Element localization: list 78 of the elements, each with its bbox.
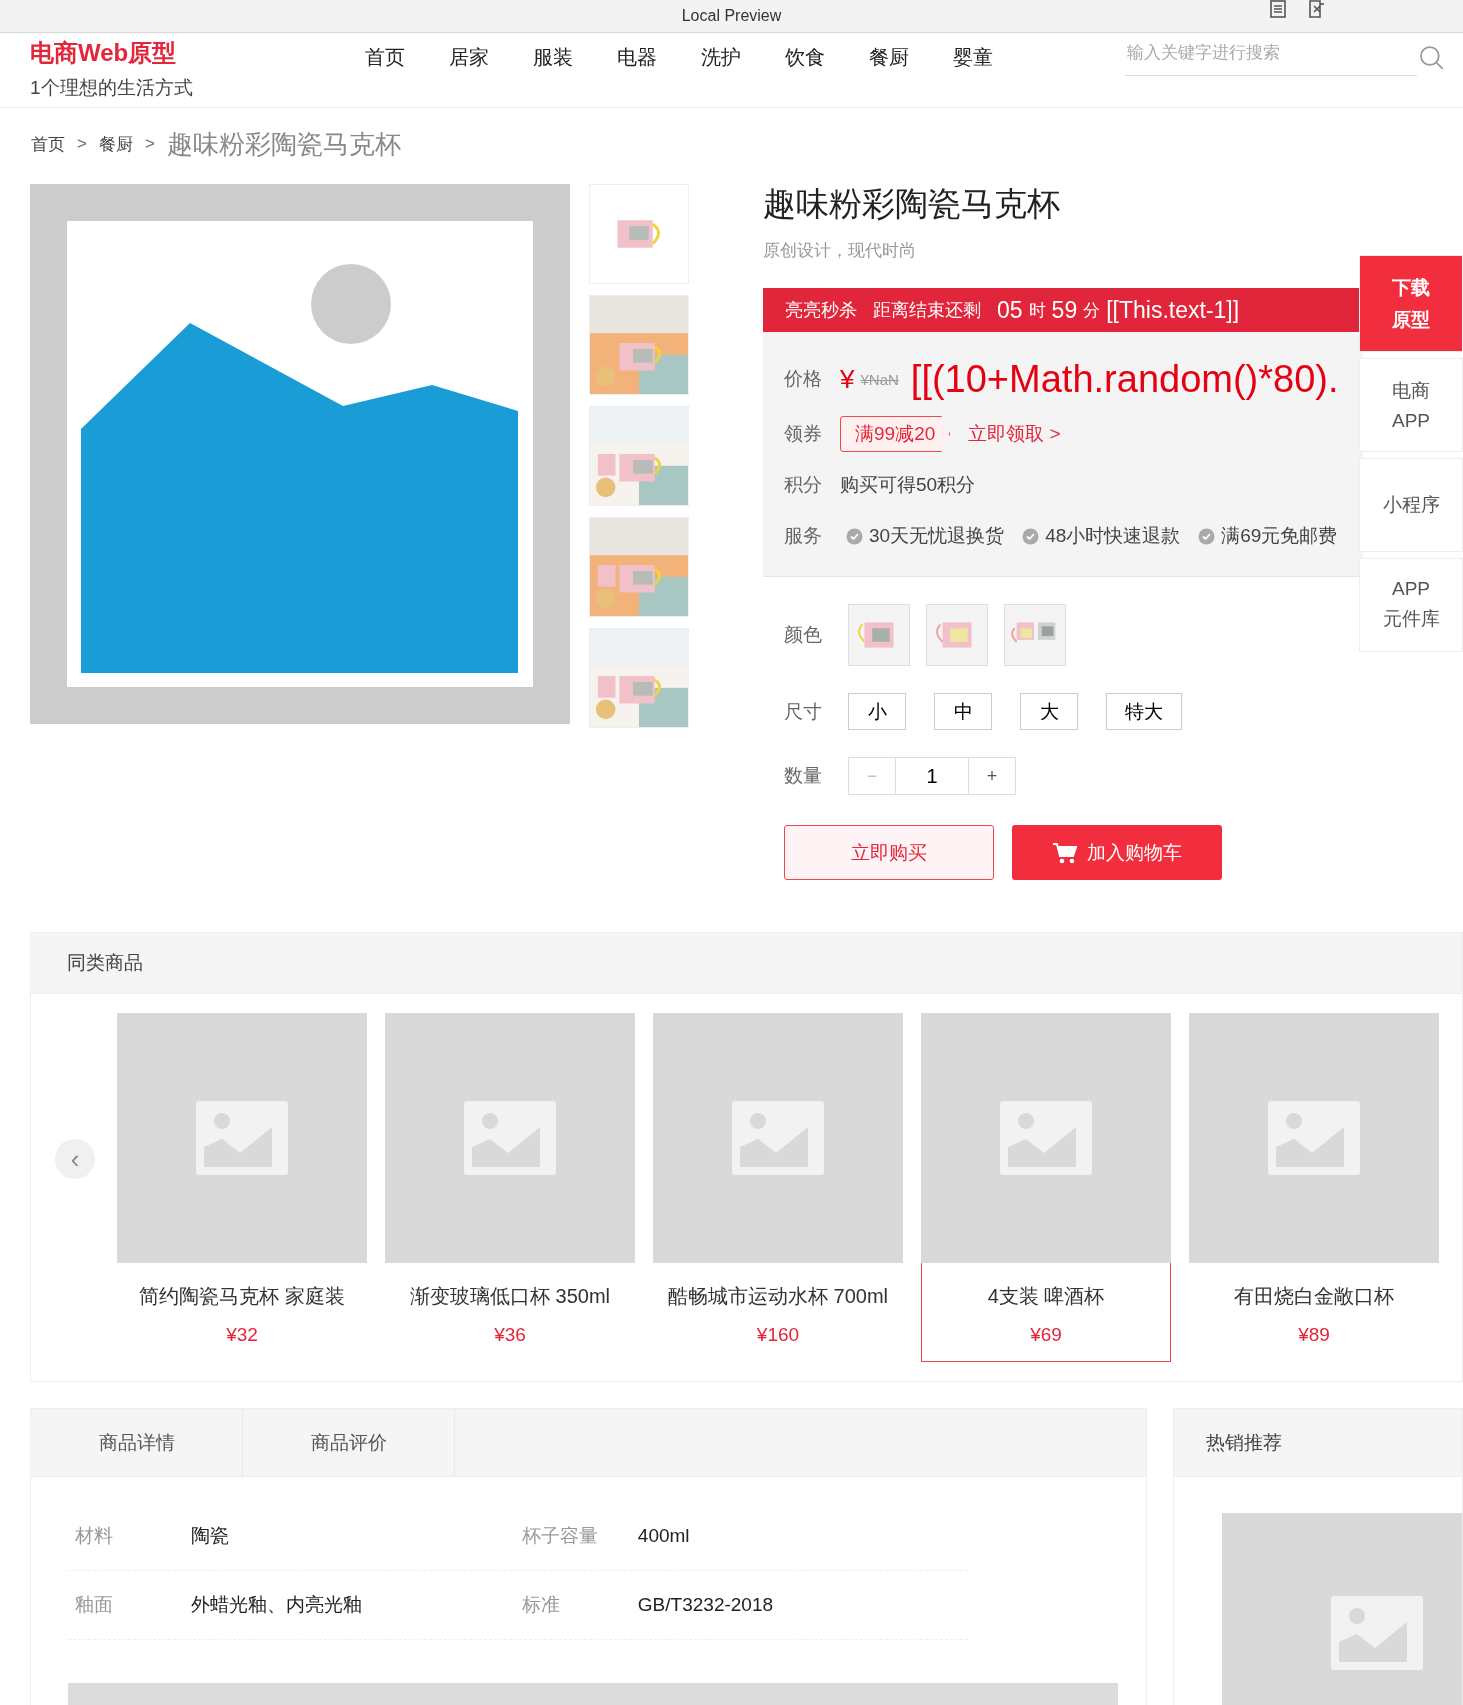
nav-link[interactable]: 电器	[617, 39, 657, 75]
breadcrumb-current: 趣味粉彩陶瓷马克杯	[166, 127, 401, 161]
side-float-button[interactable]: 下载 原型	[1359, 255, 1463, 352]
breadcrumb-link[interactable]: 首页	[31, 132, 65, 156]
logo-text[interactable]: 电商Web原型	[30, 39, 177, 67]
window-title: Local Preview	[681, 7, 782, 25]
spec-value: 400ml	[637, 1525, 691, 1547]
spec-value: 陶瓷	[191, 1524, 231, 1548]
product-name: 简约陶瓷马克杯 家庭装	[139, 1284, 345, 1309]
side-float-button[interactable]: 小程序	[1359, 458, 1463, 552]
service-item: 满69元免邮费	[1221, 524, 1338, 548]
tagline: 1个理想的生活方式	[30, 76, 194, 100]
nav-link[interactable]: 居家	[449, 39, 489, 75]
coupon-tag[interactable]: 满99减20	[840, 416, 951, 452]
original-price: ¥NaN	[860, 370, 899, 388]
product-price: ¥89	[1298, 1324, 1330, 1346]
size-label: 尺寸	[784, 699, 823, 724]
quantity-label: 数量	[784, 764, 823, 788]
product-subtitle: 原创设计，现代时尚	[763, 240, 917, 262]
nav-link[interactable]: 洗护	[701, 39, 741, 75]
service-item: 48小时快速退款	[1045, 524, 1181, 548]
countdown-hours: 05	[997, 296, 1023, 324]
points-label: 积分	[784, 473, 823, 497]
section-title: 热销推荐	[1206, 1430, 1282, 1455]
countdown-unit: 分	[1083, 299, 1101, 322]
product-price: ¥36	[494, 1324, 526, 1346]
nav-link[interactable]: 首页	[365, 39, 405, 75]
product-card[interactable]: 有田烧白金敞口杯 ¥89	[1189, 1013, 1439, 1362]
product-name: 4支装 啤酒杯	[987, 1284, 1105, 1309]
breadcrumb-separator: >	[77, 134, 87, 154]
size-option[interactable]: 大	[1020, 693, 1078, 730]
price-value: [[(10+Math.random()*80).	[910, 357, 1339, 401]
product-price: ¥69	[1030, 1324, 1062, 1346]
countdown-label: 距离结束还剩	[873, 299, 981, 322]
breadcrumb-link[interactable]: 餐厨	[98, 132, 133, 156]
quantity-stepper[interactable]: − 1 +	[848, 757, 1016, 795]
spec-label: 釉面	[75, 1593, 114, 1617]
flash-sale-label: 亮亮秒杀	[785, 299, 857, 322]
nav-link[interactable]: 餐厨	[869, 39, 909, 75]
currency-sign: ¥	[840, 363, 855, 395]
coupon-label: 领券	[784, 422, 823, 446]
breadcrumb-separator: >	[144, 134, 155, 154]
countdown-unit: 时	[1028, 299, 1046, 322]
product-card[interactable]: 简约陶瓷马克杯 家庭装 ¥32	[117, 1013, 367, 1362]
size-option[interactable]: 小	[848, 693, 906, 730]
points-text: 购买可得50积分	[840, 473, 976, 497]
spec-value: 外蜡光釉、内亮光釉	[191, 1593, 364, 1617]
nav-link[interactable]: 饮食	[785, 39, 825, 75]
size-option[interactable]: 中	[934, 693, 992, 730]
product-title: 趣味粉彩陶瓷马克杯	[763, 184, 1061, 224]
spec-label: 标准	[521, 1593, 561, 1617]
product-name: 酷畅城市运动水杯 700ml	[668, 1284, 888, 1309]
service-label: 服务	[784, 524, 823, 548]
add-to-cart-button[interactable]: 加入购物车	[1012, 825, 1222, 880]
claim-coupon-link[interactable]: 立即领取 >	[968, 421, 1061, 447]
spec-value: GB/T3232-2018	[637, 1594, 775, 1616]
spec-label: 材料	[75, 1524, 114, 1548]
side-float-button[interactable]: APP 元件库	[1359, 558, 1463, 652]
product-card[interactable]: 酷畅城市运动水杯 700ml ¥160	[653, 1013, 903, 1362]
service-item: 30天无忧退换货	[869, 524, 1005, 548]
quantity-field[interactable]: 1	[895, 758, 969, 794]
product-price: ¥32	[226, 1324, 258, 1346]
product-card[interactable]: 4支装 啤酒杯 ¥69	[921, 1013, 1171, 1362]
nav-link[interactable]: 服装	[533, 39, 573, 75]
side-float-button[interactable]: 电商 APP	[1359, 358, 1463, 452]
price-label: 价格	[784, 367, 823, 391]
color-label: 颜色	[784, 623, 823, 647]
product-price: ¥160	[756, 1324, 800, 1346]
section-title: 同类商品	[67, 951, 143, 975]
spec-label: 杯子容量	[521, 1524, 599, 1548]
product-card[interactable]: 渐变玻璃低口杯 350ml ¥36	[385, 1013, 635, 1362]
size-option[interactable]: 特大	[1106, 693, 1182, 730]
nav-link[interactable]: 婴童	[953, 39, 993, 75]
product-name: 有田烧白金敞口杯	[1234, 1284, 1394, 1309]
product-name: 渐变玻璃低口杯 350ml	[410, 1284, 610, 1309]
countdown-minutes: 59	[1051, 296, 1078, 324]
buy-now-button[interactable]: 立即购买	[784, 825, 994, 880]
countdown-seconds: [[This.text-1]]	[1106, 296, 1240, 324]
